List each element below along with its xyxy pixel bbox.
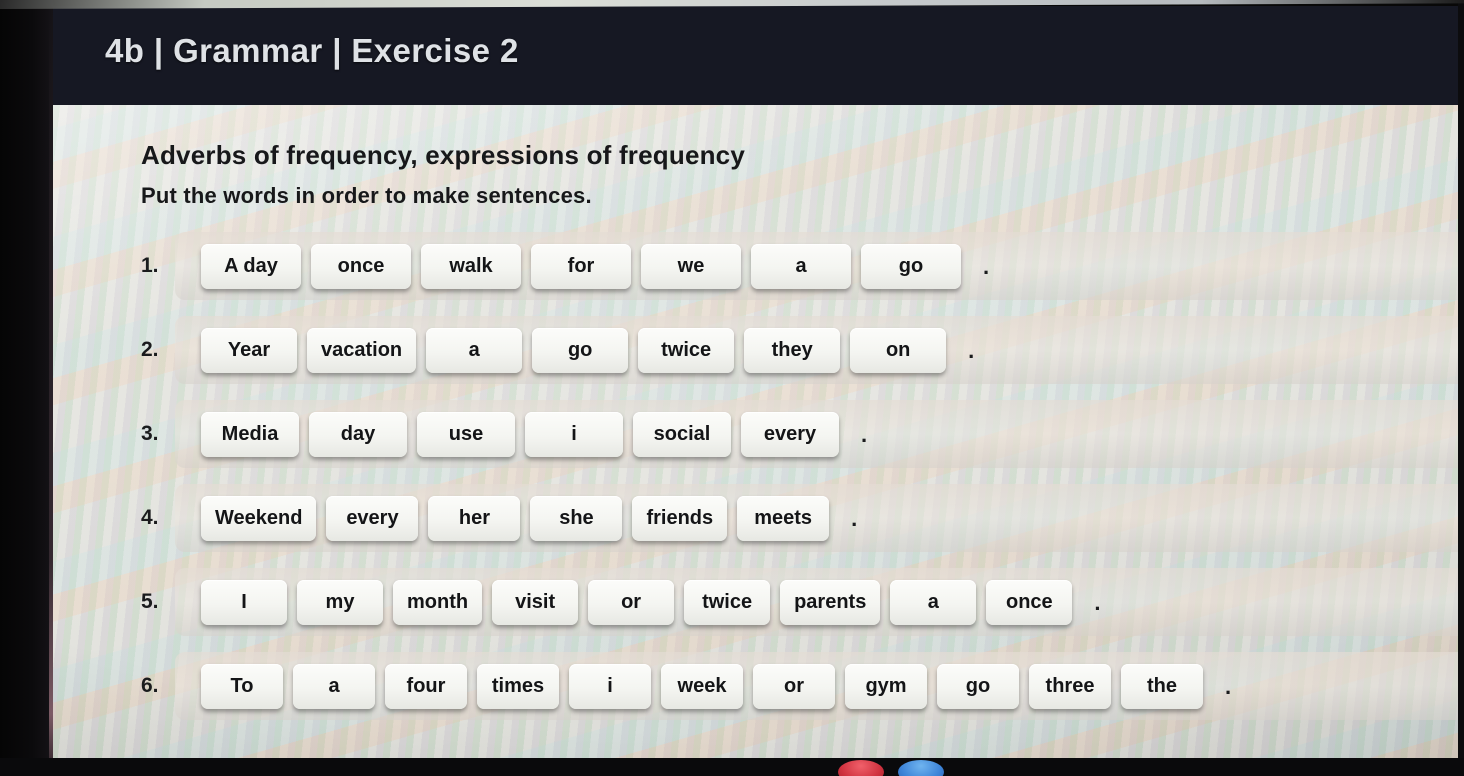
sentence-period: . (1225, 673, 1232, 699)
question-number: 4. (141, 506, 159, 529)
exercise-instruction: Put the words in order to make sentences… (141, 183, 592, 208)
word-tile-group: Year vacation a go twice they on. (201, 316, 974, 384)
question-number: 6. (141, 674, 159, 697)
word-tile[interactable]: the (1121, 663, 1203, 709)
word-tile[interactable]: Weekend (201, 495, 317, 541)
word-tile[interactable]: vacation (307, 327, 417, 373)
sentence-period: . (851, 505, 858, 531)
question-list: 1. A day once walk for we a go. 2. Year vacation a g… (53, 232, 1464, 736)
word-tile[interactable]: Media (201, 411, 299, 457)
word-tile-group: A day once walk for we a go. (201, 232, 989, 300)
word-tile[interactable]: or (588, 579, 675, 625)
word-tile[interactable]: friends (632, 495, 728, 541)
word-tile[interactable]: times (477, 663, 559, 709)
word-tile[interactable]: day (309, 411, 407, 457)
question-number: 1. (141, 254, 159, 277)
word-tile[interactable]: a (293, 663, 375, 709)
sentence-period: . (861, 421, 868, 447)
word-tile[interactable]: four (385, 663, 467, 709)
word-tile[interactable]: To (201, 663, 283, 709)
question-row: 5. Imy month visit or twice parents a once. (53, 568, 1464, 636)
word-tile[interactable]: twice (684, 579, 771, 625)
word-tile[interactable]: gym (845, 663, 927, 709)
word-tile[interactable]: once (311, 243, 411, 289)
word-tile[interactable]: A day (201, 243, 301, 289)
exercise-heading: Adverbs of frequency, expressions of fre… (141, 140, 746, 170)
word-tile[interactable]: go (532, 327, 629, 373)
word-tile[interactable]: a (426, 327, 523, 373)
word-tile[interactable]: week (661, 663, 743, 709)
question-row: 2. Year vacation a go twice they on. (53, 316, 1464, 384)
word-tile[interactable]: visit (492, 579, 579, 625)
word-tile[interactable]: I (201, 579, 287, 625)
question-number: 5. (141, 590, 159, 613)
screen-right-bezel (1458, 0, 1464, 776)
word-tile[interactable]: Year (201, 327, 297, 373)
word-tile-group: Imy month visit or twice parents a once. (201, 568, 1100, 636)
word-tile[interactable]: use (417, 411, 515, 457)
word-tile[interactable]: a (751, 243, 851, 289)
question-number: 3. (141, 422, 159, 445)
sentence-period: . (983, 253, 990, 279)
word-tile[interactable]: a (890, 579, 977, 625)
word-tile[interactable]: her (428, 495, 521, 541)
question-number: 2. (141, 338, 159, 361)
word-tile[interactable]: parents (780, 579, 881, 625)
word-tile-group: Media day use i social every. (201, 400, 867, 468)
word-tile[interactable]: for (531, 243, 631, 289)
question-row: 6. To a four times i week or gym go three the. (53, 652, 1464, 720)
word-tile[interactable]: i (525, 411, 623, 457)
word-tile[interactable]: month (393, 579, 483, 625)
word-tile-group: To a four times i week or gym go three the. (201, 652, 1231, 720)
word-tile[interactable]: go (861, 243, 961, 289)
word-tile[interactable]: twice (638, 327, 735, 373)
question-row: 4. Weekend every her she friends meets. (53, 484, 1464, 552)
question-row: 3. Media day use i social every. (53, 400, 1464, 468)
word-tile-group: Weekend every her she friends meets. (201, 484, 857, 552)
word-tile[interactable]: every (741, 411, 839, 457)
screen-bottom-bezel (0, 758, 1464, 776)
word-tile[interactable]: walk (421, 243, 521, 289)
word-tile[interactable]: on (850, 327, 947, 373)
word-tile[interactable]: my (297, 579, 383, 625)
screen-left-bezel-edge (49, 0, 53, 776)
word-tile[interactable]: we (641, 243, 741, 289)
screen-left-bezel (0, 0, 53, 776)
word-tile[interactable]: once (986, 579, 1073, 625)
projected-slide-photo: 4b | Grammar | Exercise 2 Adverbs of fre… (0, 0, 1464, 776)
word-tile[interactable]: go (937, 663, 1019, 709)
word-tile[interactable]: or (753, 663, 835, 709)
slide-header-bar: 4b | Grammar | Exercise 2 (53, 6, 1464, 105)
word-tile[interactable]: they (744, 327, 841, 373)
sentence-period: . (968, 337, 975, 363)
word-tile[interactable]: every (326, 495, 419, 541)
slide-content-area: Adverbs of frequency, expressions of fre… (53, 105, 1464, 758)
question-row: 1. A day once walk for we a go. (53, 232, 1464, 300)
word-tile[interactable]: three (1029, 663, 1111, 709)
word-tile[interactable]: she (530, 495, 623, 541)
word-tile[interactable]: social (633, 411, 731, 457)
word-tile[interactable]: i (569, 663, 651, 709)
word-tile[interactable]: meets (737, 495, 830, 541)
slide-title: 4b | Grammar | Exercise 2 (105, 32, 519, 69)
sentence-period: . (1094, 589, 1101, 615)
